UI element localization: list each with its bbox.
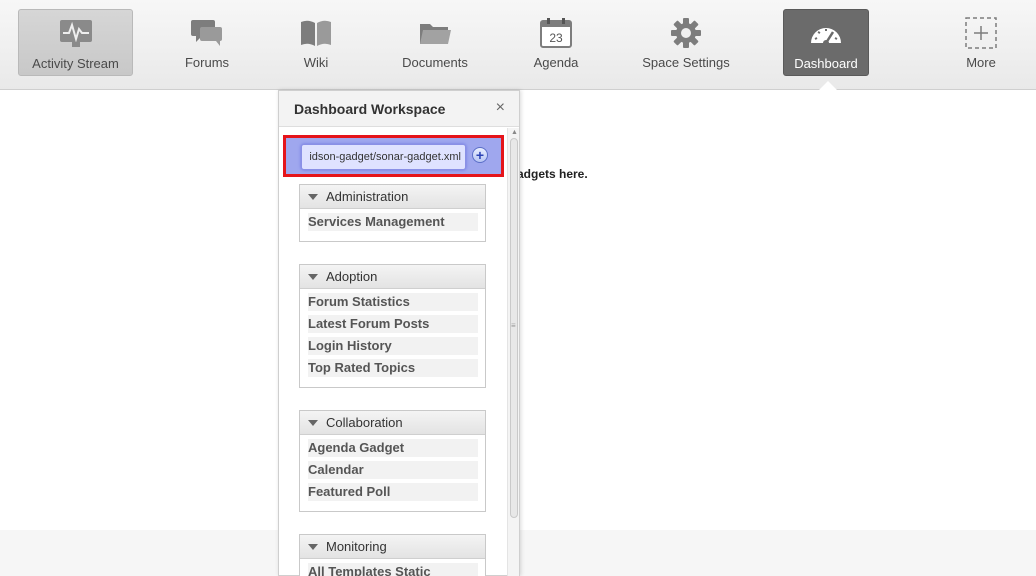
category-title: Monitoring [326, 539, 387, 554]
gadget-category: Monitoring All Templates Static [299, 534, 486, 576]
more-icon [963, 15, 999, 51]
collapse-triangle-icon [308, 543, 318, 550]
gadget-item[interactable]: Forum Statistics [308, 293, 478, 311]
tab-label: Documents [402, 55, 468, 70]
panel-header: Dashboard Workspace × [279, 91, 519, 127]
category-items: Forum Statistics Latest Forum Posts Login … [300, 289, 485, 387]
forums-icon [189, 15, 225, 51]
tab-label: Dashboard [794, 56, 858, 71]
category-items: All Templates Static [300, 559, 485, 576]
gadget-item[interactable]: Featured Poll [308, 483, 478, 501]
tab-space-settings[interactable]: Space Settings [636, 9, 736, 76]
gadget-category: Administration Services Management [299, 184, 486, 242]
collapse-triangle-icon [308, 193, 318, 200]
tab-label: Activity Stream [32, 56, 119, 71]
tab-label: Space Settings [642, 55, 730, 70]
gadget-url-value: idson-gadget/sonar-gadget.xml [309, 151, 461, 163]
agenda-icon: 23 [538, 15, 574, 51]
gadget-url-input[interactable]: idson-gadget/sonar-gadget.xml [301, 144, 466, 170]
collapse-triangle-icon [308, 419, 318, 426]
category-title: Administration [326, 189, 409, 204]
gadget-item[interactable]: Login History [308, 337, 478, 355]
tab-more[interactable]: More [941, 9, 1021, 76]
gadget-item[interactable]: Calendar [308, 461, 478, 479]
gear-icon [668, 15, 704, 51]
dashboard-icon [808, 16, 844, 52]
gadget-item[interactable]: Latest Forum Posts [308, 315, 478, 333]
category-header[interactable]: Administration [300, 185, 485, 209]
category-header[interactable]: Collaboration [300, 411, 485, 435]
add-gadget-button[interactable]: + [472, 147, 488, 163]
panel-title: Dashboard Workspace [294, 101, 446, 117]
tab-wiki[interactable]: Wiki [276, 9, 356, 76]
tab-activity-stream[interactable]: Activity Stream [18, 9, 133, 76]
tab-label: More [966, 55, 996, 70]
category-items: Services Management [300, 209, 485, 241]
gadget-item[interactable]: Agenda Gadget [308, 439, 478, 457]
gadget-item[interactable]: All Templates Static [308, 563, 478, 576]
activity-stream-icon [58, 16, 94, 52]
tab-label: Forums [184, 55, 230, 70]
gadget-category: Collaboration Agenda Gadget Calendar Featur… [299, 410, 486, 512]
gadget-item[interactable]: Top Rated Topics [308, 359, 478, 377]
tab-forums[interactable]: Forums [167, 9, 247, 76]
tab-label: Agenda [533, 55, 579, 70]
dashboard-workspace-panel: Dashboard Workspace × idson-gadget/sonar… [278, 90, 520, 576]
panel-scrollbar[interactable]: ▲ ≡ [507, 128, 519, 576]
gadget-url-area: idson-gadget/sonar-gadget.xml + [283, 135, 504, 177]
wiki-icon [298, 15, 334, 51]
documents-icon [417, 15, 453, 51]
category-items: Agenda Gadget Calendar Featured Poll [300, 435, 485, 511]
category-title: Adoption [326, 269, 378, 284]
gadget-category: Adoption Forum Statistics Latest Forum Pos… [299, 264, 486, 388]
tab-documents[interactable]: Documents [395, 9, 475, 76]
collapse-triangle-icon [308, 273, 318, 280]
tab-dashboard[interactable]: Dashboard [783, 9, 869, 76]
category-header[interactable]: Adoption [300, 265, 485, 289]
empty-dashboard-hint: adgets here. [517, 167, 588, 181]
scroll-up-icon[interactable]: ▲ [511, 129, 518, 136]
tab-label: Wiki [303, 55, 329, 70]
top-navigation-bar: Activity Stream Forums Wiki Documents 23… [0, 0, 1036, 90]
close-icon[interactable]: × [496, 99, 505, 117]
gadget-item[interactable]: Services Management [308, 213, 478, 231]
category-header[interactable]: Monitoring [300, 535, 485, 559]
active-tab-pointer [819, 81, 837, 90]
scroll-grip-icon: ≡ [511, 321, 516, 330]
tab-agenda[interactable]: 23 Agenda [516, 9, 596, 76]
agenda-day-number: 23 [549, 31, 563, 45]
category-title: Collaboration [326, 415, 403, 430]
